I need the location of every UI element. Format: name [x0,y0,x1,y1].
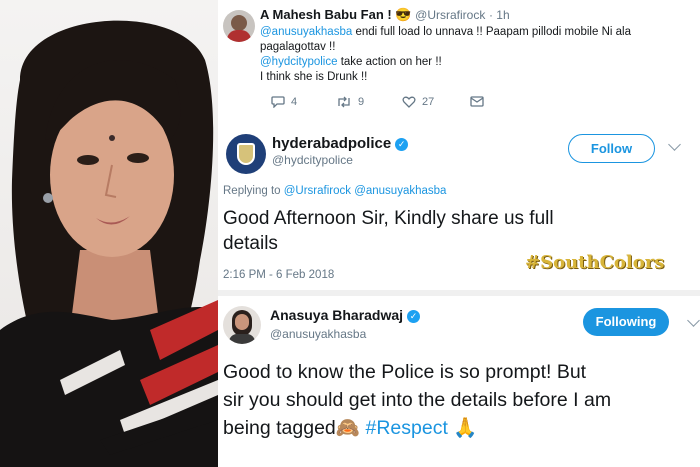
police-body-line1: Good Afternoon Sir, Kindly share us full [223,208,554,229]
anasuya-body-line1: Good to know the Police is so prompt! Bu… [223,361,587,383]
folded-hands-emoji: 🙏 [453,417,478,439]
heart-icon [402,96,416,108]
police-emblem-icon [237,143,255,165]
anasuya-handle[interactable]: @anusuyakhasba [270,327,366,341]
replying-prefix: Replying to [223,185,281,197]
message-icon [470,96,484,107]
fan-text-line3: take action on her !! [337,56,442,68]
replying-to: Replying to @Ursrafirock @anusuyakhasba [223,185,446,197]
fan-text-line4: I think she is Drunk !! [260,71,368,83]
retweet-count: 9 [358,96,365,108]
retweet-icon [338,96,350,108]
tweet-anasuya: Anasuya Bharadwaj ✓ @anusuyakhasba Follow… [218,296,700,467]
anasuya-display-name[interactable]: Anasuya Bharadwaj [270,307,403,323]
follow-button[interactable]: Follow [568,134,655,163]
reply-icon [271,96,285,108]
anasuya-body-line3: being tagged [223,417,336,439]
like-count: 27 [422,96,435,108]
reply-count: 4 [291,96,298,108]
chevron-down-icon[interactable] [687,314,700,327]
anasuya-tweet-body: Good to know the Police is so prompt! Bu… [223,358,611,442]
verified-badge-icon: ✓ [395,138,409,151]
southcolors-watermark: #SouthColors [525,252,665,273]
tweet-fan: A Mahesh Babu Fan ! 😎 @Ursrafirock · 1h … [218,0,700,116]
replying-mentions[interactable]: @Ursrafirock @anusuyakhasba [281,185,447,197]
fan-tweet-body: @anusuyakhasba endi full load lo unnava … [260,25,631,85]
following-button[interactable]: Following [583,308,669,336]
mention-anusuya[interactable]: @anusuyakhasba [260,26,352,38]
retweet-action[interactable]: 9 [336,96,364,108]
fan-text-line2: pagalagottav !! [260,41,336,53]
reply-action[interactable]: 4 [271,96,297,108]
fan-display-name[interactable]: A Mahesh Babu Fan ! [260,7,392,22]
fan-text-line1: endi full load lo unnava !! Paapam pillo… [352,26,631,38]
see-no-evil-monkey-emoji: 🙈 [335,417,361,439]
sunglasses-emoji: 😎 [395,7,412,22]
dm-action[interactable] [470,96,484,107]
police-body-line2: details [223,233,278,254]
fan-time: · 1h [488,8,510,22]
chevron-down-icon[interactable] [668,138,681,151]
fan-avatar[interactable] [223,10,255,42]
police-tweet-body: Good Afternoon Sir, Kindly share us full… [223,206,554,256]
like-action[interactable]: 27 [402,96,434,108]
anasuya-body-line2: sir you should get into the details befo… [223,389,612,411]
mention-hydcitypolice[interactable]: @hydcitypolice [260,56,338,68]
police-timestamp[interactable]: 2:16 PM - 6 Feb 2018 [223,269,334,281]
police-handle[interactable]: @hydcitypolice [272,153,353,167]
anasuya-avatar[interactable] [223,306,261,344]
verified-badge-icon: ✓ [407,310,421,323]
woman-photo [0,0,218,467]
respect-hashtag[interactable]: #Respect [365,417,447,439]
fan-handle[interactable]: @Ursrafirock [415,8,485,22]
police-display-name[interactable]: hyderabadpolice [272,135,391,152]
police-avatar[interactable] [226,134,266,174]
